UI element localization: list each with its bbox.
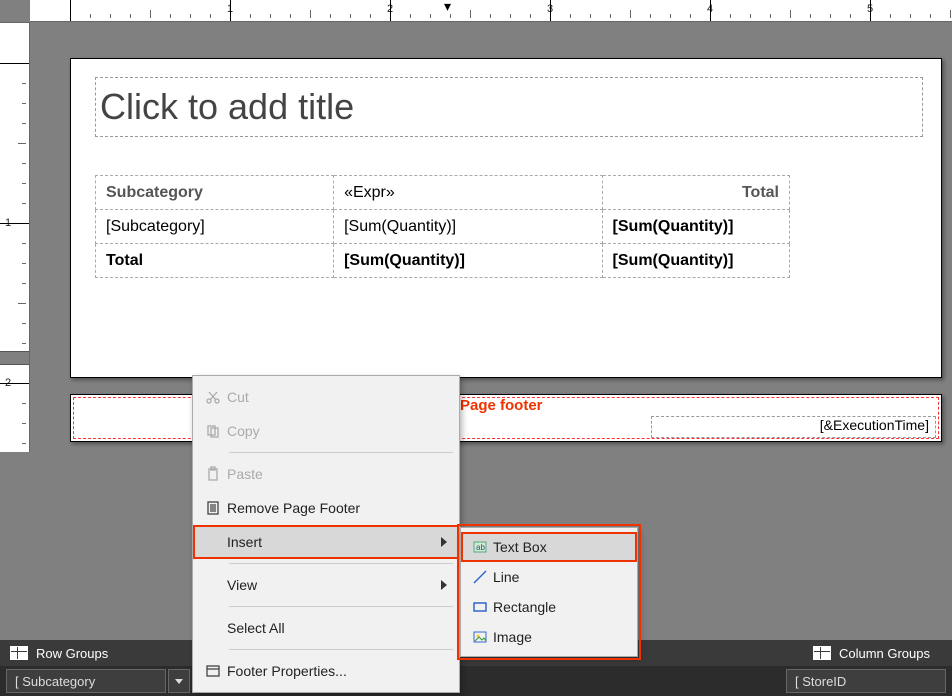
- matrix-detail-subcategory[interactable]: [Subcategory]: [96, 210, 334, 244]
- page-footer-annotation: Page footer: [460, 397, 543, 414]
- properties-icon: [199, 663, 227, 679]
- column-groups-label: Column Groups: [839, 646, 930, 661]
- copy-icon: [199, 423, 227, 439]
- submenu-line[interactable]: Line: [461, 562, 637, 592]
- menu-paste[interactable]: Paste: [193, 457, 459, 491]
- matrix-header-total[interactable]: Total: [602, 176, 789, 210]
- menu-select-all-label: Select All: [227, 620, 285, 636]
- matrix-detail-qty[interactable]: [Sum(Quantity)]: [334, 210, 602, 244]
- svg-text:ab: ab: [476, 543, 485, 552]
- submenu-image[interactable]: Image: [461, 622, 637, 652]
- menu-paste-label: Paste: [227, 466, 263, 482]
- menu-copy-label: Copy: [227, 423, 260, 439]
- cut-icon: [199, 389, 227, 405]
- matrix-table[interactable]: Subcategory «Expr» Total [Subcategory] […: [95, 175, 790, 278]
- submenu-rectangle-label: Rectangle: [493, 599, 556, 615]
- menu-view[interactable]: View: [193, 568, 459, 602]
- horizontal-ruler: 12345 ▾: [30, 0, 952, 22]
- report-body[interactable]: Click to add title Subcategory «Expr» To…: [70, 58, 942, 378]
- execution-time-textbox[interactable]: [&ExecutionTime]: [651, 416, 936, 438]
- matrix-header-expr[interactable]: «Expr»: [334, 176, 602, 210]
- row-group-chip[interactable]: [ Subcategory: [6, 669, 166, 693]
- grid-icon: [10, 646, 28, 660]
- submenu-text-box[interactable]: ab Text Box: [461, 532, 637, 562]
- ruler-break: [0, 351, 29, 365]
- rectangle-icon: [467, 599, 493, 615]
- image-icon: [467, 629, 493, 645]
- submenu-line-label: Line: [493, 569, 519, 585]
- matrix-total-label[interactable]: Total: [96, 244, 334, 278]
- submenu-arrow-icon: [441, 580, 447, 590]
- line-icon: [467, 569, 493, 585]
- menu-insert-label: Insert: [227, 534, 262, 550]
- matrix-total-total[interactable]: [Sum(Quantity)]: [602, 244, 789, 278]
- submenu-arrow-icon: [441, 537, 447, 547]
- matrix-detail-total[interactable]: [Sum(Quantity)]: [602, 210, 789, 244]
- textbox-icon: ab: [467, 539, 493, 555]
- context-menu: Cut Copy Paste Remove Page Footer Insert…: [192, 375, 460, 693]
- submenu-text-box-label: Text Box: [493, 539, 547, 555]
- vertical-ruler: 12: [0, 22, 30, 452]
- menu-copy[interactable]: Copy: [193, 414, 459, 448]
- submenu-image-label: Image: [493, 629, 532, 645]
- menu-cut[interactable]: Cut: [193, 380, 459, 414]
- menu-footer-properties-label: Footer Properties...: [227, 663, 347, 679]
- vruler-ticks: 12: [0, 63, 29, 452]
- paste-icon: [199, 466, 227, 482]
- menu-remove-footer[interactable]: Remove Page Footer: [193, 491, 459, 525]
- groups-panel-row: [ Subcategory [ StoreID: [0, 666, 952, 696]
- report-title-placeholder[interactable]: Click to add title: [95, 77, 923, 137]
- column-group-chip[interactable]: [ StoreID: [786, 669, 946, 693]
- menu-insert[interactable]: Insert: [193, 525, 459, 559]
- menu-remove-footer-label: Remove Page Footer: [227, 500, 360, 516]
- menu-footer-properties[interactable]: Footer Properties...: [193, 654, 459, 688]
- grid-icon: [813, 646, 831, 660]
- column-groups-header[interactable]: Column Groups: [803, 646, 940, 661]
- row-groups-label: Row Groups: [36, 646, 108, 661]
- remove-footer-icon: [199, 500, 227, 516]
- menu-select-all[interactable]: Select All: [193, 611, 459, 645]
- hruler-ticks: 12345: [70, 0, 952, 22]
- insert-submenu: ab Text Box Line Rectangle Image: [460, 527, 638, 657]
- design-surface[interactable]: Click to add title Subcategory «Expr» To…: [30, 22, 952, 452]
- matrix-total-qty[interactable]: [Sum(Quantity)]: [334, 244, 602, 278]
- matrix-header-subcategory[interactable]: Subcategory: [96, 176, 334, 210]
- menu-view-label: View: [227, 577, 257, 593]
- row-groups-header[interactable]: Row Groups: [0, 646, 118, 661]
- submenu-rectangle[interactable]: Rectangle: [461, 592, 637, 622]
- group-dropdown-arrow[interactable]: [168, 669, 190, 693]
- menu-cut-label: Cut: [227, 389, 249, 405]
